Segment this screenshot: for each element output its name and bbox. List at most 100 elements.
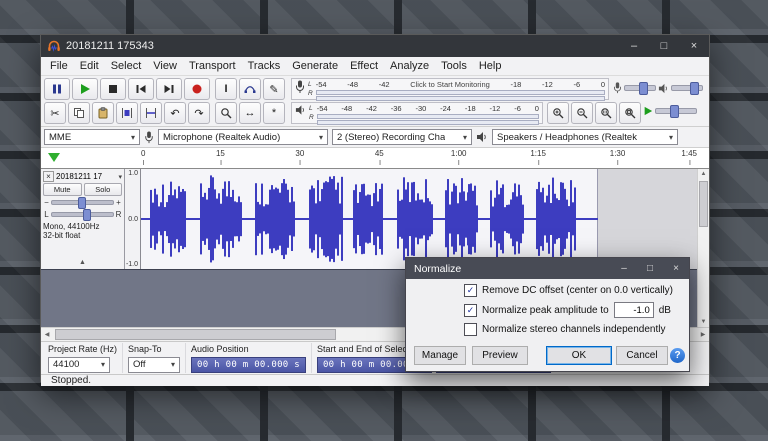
title-bar[interactable]: 20181211 175343 – □ × bbox=[41, 35, 709, 57]
menu-item-analyze[interactable]: Analyze bbox=[384, 60, 435, 72]
playback-device-select[interactable]: Speakers / Headphones (Realtek ▾ bbox=[492, 129, 678, 145]
vertical-scroll-thumb[interactable] bbox=[699, 181, 708, 227]
selection-tool-button[interactable]: I bbox=[215, 78, 237, 100]
envelope-tool-button[interactable] bbox=[239, 78, 261, 100]
playback-meter[interactable]: LR -54 -48 -42 -36 -30 -24 -18 -12 -6 0 bbox=[291, 102, 543, 124]
menu-item-effect[interactable]: Effect bbox=[344, 60, 384, 72]
timeline-pin-icon[interactable] bbox=[48, 153, 60, 162]
scroll-right-icon[interactable]: ▶ bbox=[697, 328, 709, 341]
menu-item-view[interactable]: View bbox=[147, 60, 183, 72]
menu-item-transport[interactable]: Transport bbox=[183, 60, 242, 72]
zoom-out-button[interactable] bbox=[571, 102, 593, 124]
timeline-tick[interactable]: 0 bbox=[141, 149, 145, 158]
preview-button[interactable]: Preview bbox=[472, 346, 528, 365]
menu-item-tracks[interactable]: Tracks bbox=[242, 60, 287, 72]
track-collapse-button[interactable]: ▲ bbox=[43, 259, 122, 268]
window-title: 20181211 175343 bbox=[66, 40, 619, 52]
dialog-minimize-button[interactable]: – bbox=[611, 263, 637, 274]
timeline-scale[interactable]: 0 15 30 45 1:00 1:15 1:30 1:45 bbox=[141, 148, 697, 168]
mute-button[interactable]: Mute bbox=[43, 183, 82, 196]
recording-volume-slider[interactable] bbox=[624, 85, 656, 91]
timeline-tick[interactable]: 45 bbox=[375, 149, 384, 158]
trim-icon bbox=[121, 107, 133, 119]
draw-tool-button[interactable]: ✎ bbox=[263, 78, 285, 100]
snap-to-select[interactable]: Off ▾ bbox=[128, 357, 180, 373]
timeline-tick[interactable]: 1:45 bbox=[681, 149, 697, 158]
scroll-up-icon[interactable]: ▲ bbox=[698, 171, 709, 177]
menu-item-help[interactable]: Help bbox=[473, 60, 508, 72]
horizontal-scroll-thumb[interactable] bbox=[55, 329, 336, 340]
cut-button[interactable]: ✂ bbox=[44, 102, 66, 124]
ok-button[interactable]: OK bbox=[546, 346, 612, 365]
track-menu-dropdown-icon[interactable]: ▾ bbox=[118, 173, 122, 181]
audio-host-select[interactable]: MME ▾ bbox=[44, 129, 140, 145]
status-text: Stopped. bbox=[51, 375, 91, 386]
menu-item-edit[interactable]: Edit bbox=[74, 60, 105, 72]
menu-item-select[interactable]: Select bbox=[105, 60, 148, 72]
manage-button[interactable]: Manage bbox=[414, 346, 466, 365]
peak-amplitude-input[interactable] bbox=[614, 302, 654, 318]
stereo-independent-checkbox[interactable] bbox=[464, 323, 477, 336]
vertical-scale-ruler[interactable]: 1.0 0.0 -1.0 bbox=[125, 169, 141, 269]
audio-clip[interactable] bbox=[141, 169, 598, 269]
dialog-maximize-button[interactable]: □ bbox=[637, 263, 663, 274]
cancel-button[interactable]: Cancel bbox=[616, 346, 668, 365]
trim-audio-button[interactable] bbox=[116, 102, 138, 124]
pan-slider[interactable] bbox=[51, 212, 114, 217]
monitoring-text[interactable]: Click to Start Monitoring bbox=[410, 80, 490, 89]
undo-button[interactable]: ↶ bbox=[164, 102, 186, 124]
timeline-tick[interactable]: 1:30 bbox=[610, 149, 626, 158]
play-speed-slider[interactable] bbox=[655, 108, 697, 114]
skip-to-start-button[interactable] bbox=[128, 78, 154, 100]
paste-button[interactable] bbox=[92, 102, 114, 124]
playback-volume-slider[interactable] bbox=[671, 85, 703, 91]
track-content[interactable] bbox=[141, 169, 697, 269]
record-button[interactable] bbox=[184, 78, 210, 100]
copy-button[interactable] bbox=[68, 102, 90, 124]
recording-channels-select[interactable]: 2 (Stereo) Recording Cha ▾ bbox=[332, 129, 472, 145]
timeline-tick[interactable]: 1:15 bbox=[530, 149, 546, 158]
close-button[interactable]: × bbox=[679, 35, 709, 57]
silence-audio-button[interactable] bbox=[140, 102, 162, 124]
help-button[interactable]: ? bbox=[670, 348, 685, 363]
stereo-independent-label: Normalize stereo channels independently bbox=[482, 324, 665, 335]
multi-tool-button[interactable]: * bbox=[263, 102, 285, 124]
zoom-tool-button[interactable] bbox=[215, 102, 237, 124]
project-rate-select[interactable]: 44100 ▾ bbox=[48, 357, 110, 373]
vertical-scrollbar[interactable]: ▲ ▼ bbox=[697, 169, 709, 327]
menu-item-file[interactable]: File bbox=[44, 60, 74, 72]
timeline-tick[interactable]: 1:00 bbox=[451, 149, 467, 158]
skip-to-end-button[interactable] bbox=[156, 78, 182, 100]
track-name[interactable]: 20181211 17 bbox=[56, 172, 116, 181]
pause-button[interactable] bbox=[44, 78, 70, 100]
redo-button[interactable]: ↷ bbox=[188, 102, 210, 124]
dialog-close-button[interactable]: × bbox=[663, 263, 689, 274]
stop-button[interactable] bbox=[100, 78, 126, 100]
zoom-in-button[interactable] bbox=[547, 102, 569, 124]
timeshift-tool-icon: ↔ bbox=[245, 107, 256, 119]
play-meter-l-label: L bbox=[309, 105, 314, 112]
menu-item-tools[interactable]: Tools bbox=[435, 60, 473, 72]
scroll-down-icon[interactable]: ▼ bbox=[698, 319, 709, 325]
zoom-to-selection-button[interactable] bbox=[595, 102, 617, 124]
remove-dc-offset-checkbox[interactable]: ✓ bbox=[464, 284, 477, 297]
timeline-ruler[interactable]: 0 15 30 45 1:00 1:15 1:30 1:45 bbox=[41, 148, 709, 169]
solo-button[interactable]: Solo bbox=[84, 183, 123, 196]
recording-meter[interactable]: LR -54 -48 -42 Click to Start Monitoring… bbox=[291, 78, 609, 100]
timeline-tick[interactable]: 15 bbox=[216, 149, 225, 158]
menu-item-generate[interactable]: Generate bbox=[286, 60, 344, 72]
play-at-speed-icon[interactable] bbox=[643, 106, 653, 116]
play-button[interactable] bbox=[72, 78, 98, 100]
timeline-tick[interactable]: 30 bbox=[295, 149, 304, 158]
normalize-peak-checkbox[interactable]: ✓ bbox=[464, 304, 477, 317]
fit-project-button[interactable] bbox=[619, 102, 641, 124]
maximize-button[interactable]: □ bbox=[649, 35, 679, 57]
audio-position-field[interactable]: 00 h 00 m 00.000 s bbox=[191, 357, 306, 373]
scroll-left-icon[interactable]: ◀ bbox=[41, 328, 53, 341]
track-close-button[interactable]: × bbox=[43, 171, 54, 182]
dialog-title-bar[interactable]: Normalize – □ × bbox=[406, 258, 689, 279]
minimize-button[interactable]: – bbox=[619, 35, 649, 57]
recording-device-select[interactable]: Microphone (Realtek Audio) ▾ bbox=[158, 129, 328, 145]
timeshift-tool-button[interactable]: ↔ bbox=[239, 102, 261, 124]
gain-slider[interactable] bbox=[51, 200, 114, 205]
